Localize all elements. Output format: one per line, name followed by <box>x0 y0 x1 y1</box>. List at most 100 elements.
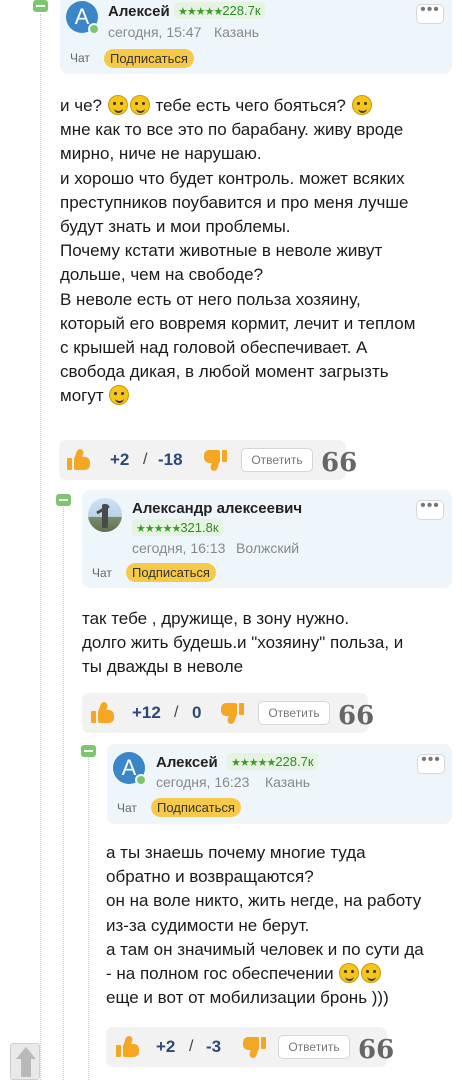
more-icon[interactable]: ••• <box>416 498 444 520</box>
online-indicator <box>88 23 100 35</box>
subscribe-button[interactable]: Подписаться <box>126 563 216 582</box>
vote-bar: +2 / -3 Ответить 66 <box>106 1027 394 1067</box>
author-name[interactable]: Алексей <box>108 3 170 20</box>
icon-part <box>98 710 114 723</box>
icon-part <box>261 1037 266 1049</box>
comment-time: сегодня, 15:47 <box>108 24 202 40</box>
author-name[interactable]: Алексей <box>156 754 218 771</box>
more-icon[interactable]: ••• <box>416 2 444 24</box>
rating-stars-icon: ★★★★★ <box>136 523 181 535</box>
vote-bar: +2 / -18 Ответить 66 <box>59 440 357 480</box>
quote-icon[interactable]: 66 <box>321 450 357 476</box>
thumb-up-icon[interactable] <box>91 701 115 724</box>
chat-link[interactable]: Чат <box>92 566 112 580</box>
thread-line <box>88 757 89 1080</box>
emoji-icon <box>107 95 128 115</box>
text-line: долго жить будешь.и "хозяину" польза, и <box>82 633 404 653</box>
text-line: с крышей над головой обеспечивает. А <box>60 338 368 358</box>
comment-city: Казань <box>265 774 311 790</box>
vote-minus: 0 <box>192 703 202 722</box>
online-indicator <box>135 774 147 786</box>
text-line: а там он значимый человек и по сути да <box>106 939 424 959</box>
text-line: мирно, ниче не нарушаю. <box>60 144 262 164</box>
thread-line <box>40 14 41 1080</box>
thumb-up-icon[interactable] <box>67 448 91 471</box>
text-line: преступников поубавится и про меня лучше <box>60 192 409 212</box>
thumb-down-icon[interactable] <box>203 449 227 472</box>
rating-value: 228.7к <box>222 3 261 18</box>
collapse-icon[interactable] <box>33 0 48 12</box>
vote-bar: +12 / 0 Ответить 66 <box>82 693 374 733</box>
icon-part <box>91 711 96 723</box>
text-fragment: - на полном гос обеспечении <box>106 964 339 984</box>
text-fragment: тебе есть чего бояться? <box>150 96 351 115</box>
emoji-icon <box>351 95 372 115</box>
emoji-icon <box>339 963 360 984</box>
comment-header: A Алексей ★★★★★228.7к сегодня, 15:47 Каз… <box>60 0 452 74</box>
subscribe-button[interactable]: Подписаться <box>151 798 241 817</box>
text-line: который его вовремя кормит, лечит и тепл… <box>60 313 416 333</box>
text-line: ты дважды в неволе <box>82 657 244 677</box>
vote-minus: -3 <box>206 1037 222 1056</box>
collapse-icon[interactable] <box>56 494 71 506</box>
icon-part <box>74 457 90 470</box>
rating-badge: ★★★★★321.8к <box>132 519 223 536</box>
chat-link[interactable]: Чат <box>70 51 90 65</box>
collapse-icon[interactable] <box>81 745 96 757</box>
icon-part <box>209 460 220 472</box>
icon-part <box>239 703 244 715</box>
icon-part <box>16 1047 36 1059</box>
text-line: так тебе , дружище, в зону нужно. <box>82 609 350 628</box>
vote-separator: / <box>143 451 148 468</box>
reply-button[interactable]: Ответить <box>241 448 313 472</box>
rating-badge: ★★★★★228.7к <box>227 753 318 770</box>
rating-stars-icon: ★★★★★ <box>178 6 223 18</box>
comment-text: и че? тебе есть чего бояться? мне как то… <box>60 94 415 409</box>
icon-part <box>123 1044 139 1057</box>
rating-value: 321.8к <box>180 520 219 535</box>
text-line: еще и вот от мобилизации бронь ))) <box>106 988 389 1008</box>
comment-city: Казань <box>214 24 260 40</box>
text-line: из-за судимости не берут. <box>106 915 310 935</box>
rating-value: 228.7к <box>275 754 314 769</box>
text-line: мне как то все это по барабану. живу вро… <box>60 120 404 140</box>
quote-icon[interactable]: 66 <box>338 703 374 729</box>
scroll-up-icon[interactable] <box>10 1043 40 1080</box>
author-name[interactable]: Александр алексеевич <box>132 500 302 517</box>
comment-time: сегодня, 16:13 <box>132 540 226 556</box>
comment-header: Александр алексеевич ★★★★★321.8к сегодня… <box>82 490 452 588</box>
thumb-up-icon[interactable] <box>116 1035 140 1058</box>
emoji-icon <box>361 963 382 984</box>
reply-button[interactable]: Ответить <box>278 1035 350 1059</box>
quote-icon[interactable]: 66 <box>358 1037 394 1063</box>
text-line: могут <box>60 384 415 408</box>
icon-part <box>116 1045 121 1057</box>
text-line: дольше, чем на свободе? <box>60 265 264 285</box>
text-line: свобода дикая, в любой момент загрызть <box>60 362 389 382</box>
avatar[interactable] <box>88 498 122 532</box>
more-icon[interactable]: ••• <box>417 752 445 774</box>
chat-link[interactable]: Чат <box>117 801 137 815</box>
comment-header: A Алексей ★★★★★228.7к сегодня, 16:23 Каз… <box>107 744 452 824</box>
thumb-down-icon[interactable] <box>242 1036 266 1059</box>
comment-city: Волжский <box>236 540 300 556</box>
text-fragment: могут <box>60 386 109 406</box>
text-line: - на полном гос обеспечении <box>106 962 424 986</box>
rating-stars-icon: ★★★★★ <box>231 757 276 769</box>
text-line: Почему кстати животные в неволе живут <box>60 241 383 261</box>
icon-part <box>222 450 227 462</box>
vote-separator: / <box>174 704 179 721</box>
subscribe-button[interactable]: Подписаться <box>104 49 194 68</box>
vote-plus: +2 <box>110 450 130 469</box>
text-line: он на воле никто, жить негде, на работу <box>106 891 422 911</box>
text-line: В неволе есть от него польза хозяину, <box>60 289 361 309</box>
text-line: обратно и возвращаются? <box>106 867 314 887</box>
vote-plus: +2 <box>156 1037 176 1056</box>
thumb-down-icon[interactable] <box>220 702 244 725</box>
comment-text: так тебе , дружище, в зону нужно. долго … <box>82 607 403 680</box>
reply-button[interactable]: Ответить <box>258 701 330 725</box>
icon-part <box>67 458 72 470</box>
icon-part <box>21 1059 31 1077</box>
text-line: и че? тебе есть чего бояться? <box>60 94 415 118</box>
thread-line <box>63 504 64 1080</box>
